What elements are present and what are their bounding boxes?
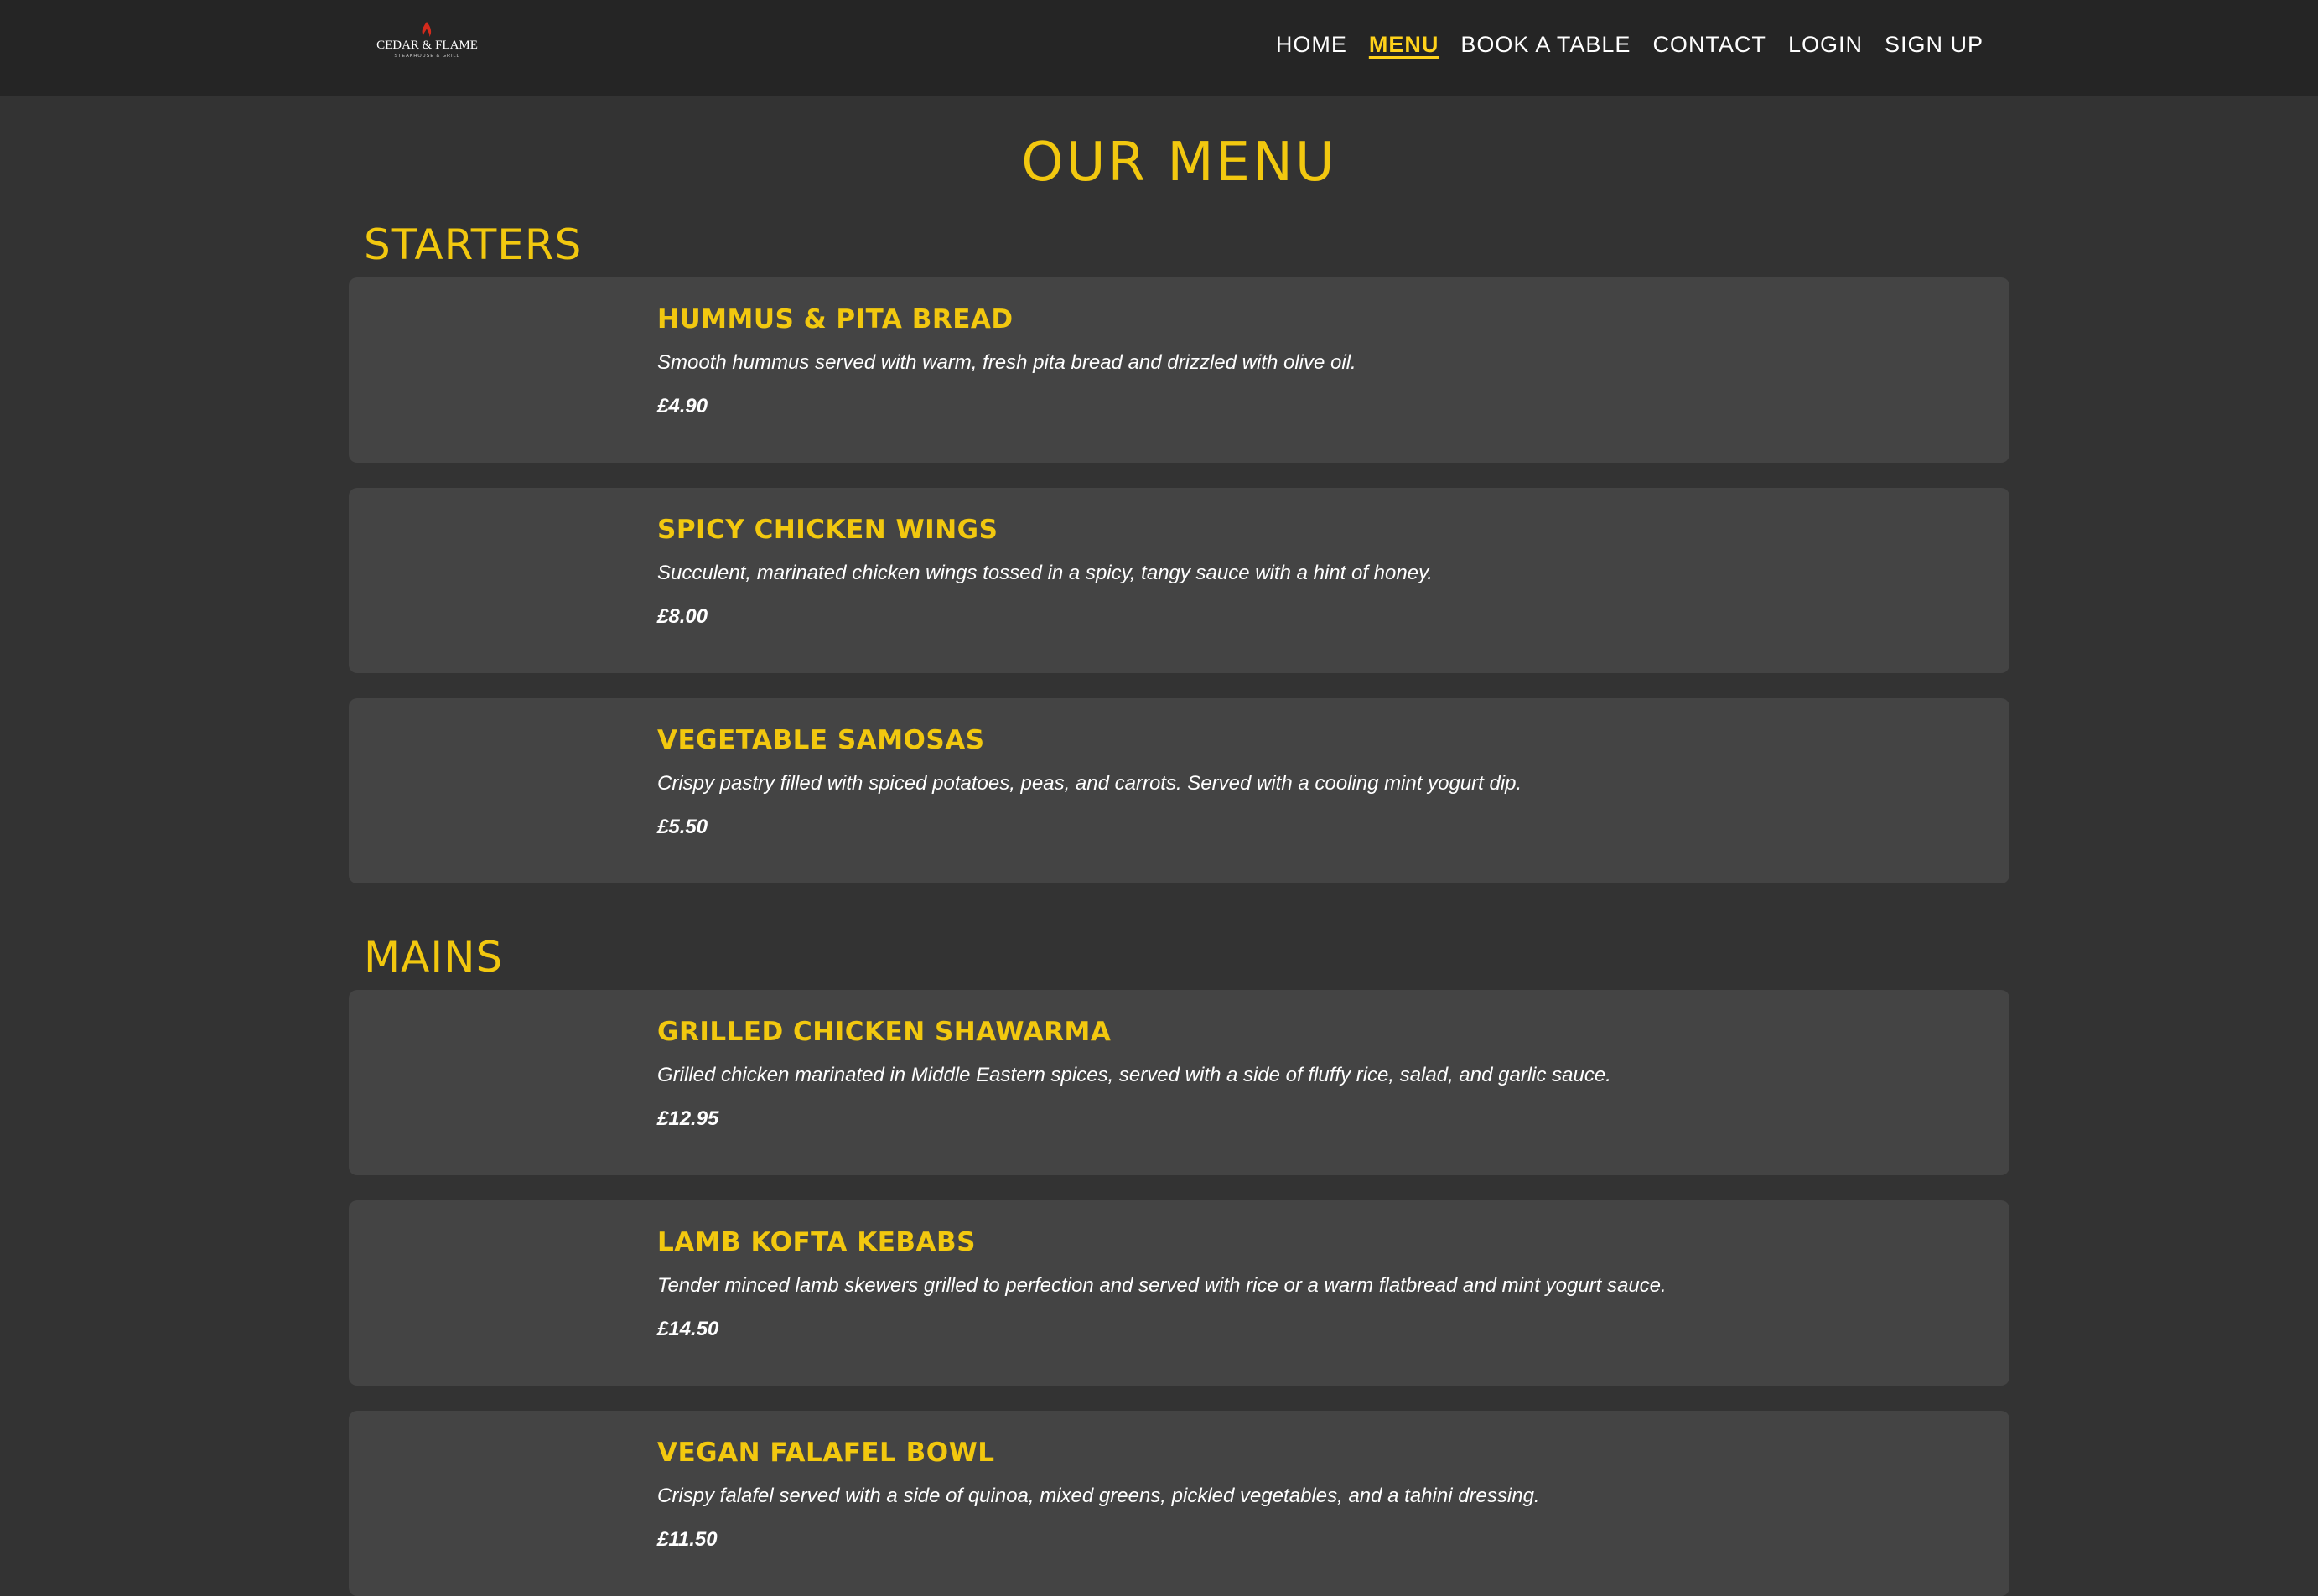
- section-title: STARTERS: [364, 220, 583, 269]
- menu-item-description: Tender minced lamb skewers grilled to pe…: [657, 1274, 1667, 1297]
- nav-menu[interactable]: MENU: [1369, 32, 1439, 58]
- menu-item-name: GRILLED CHICKEN SHAWARMA: [657, 1017, 1112, 1047]
- menu-item-description: Smooth hummus served with warm, fresh pi…: [657, 351, 1356, 374]
- menu-item-body: VEGETABLE SAMOSAS Crispy pastry filled w…: [657, 723, 1976, 841]
- menu-item-body: SPICY CHICKEN WINGS Succulent, marinated…: [657, 513, 1976, 630]
- menu-item-price: £12.95: [657, 1107, 719, 1130]
- menu-item-name: LAMB KOFTA KEBABS: [657, 1227, 976, 1257]
- menu-item-list: GRILLED CHICKEN SHAWARMA Grilled chicken…: [349, 990, 2009, 1596]
- menu-item-card: VEGETABLE SAMOSAS Crispy pastry filled w…: [349, 698, 2009, 884]
- menu-item-description: Crispy pastry filled with spiced potatoe…: [657, 772, 1522, 795]
- menu-item-card: GRILLED CHICKEN SHAWARMA Grilled chicken…: [349, 990, 2009, 1175]
- menu-item-name: SPICY CHICKEN WINGS: [657, 515, 998, 545]
- main-nav: HOME MENU BOOK A TABLE CONTACT LOGIN SIG…: [1276, 0, 1984, 89]
- menu-item-body: VEGAN FALAFEL BOWL Crispy falafel served…: [657, 1436, 1976, 1553]
- menu-item-price: £4.90: [657, 395, 708, 417]
- site-logo[interactable]: CEDAR & FLAME STEAKHOUSE & GRILL: [375, 20, 480, 64]
- section-title: MAINS: [364, 933, 504, 982]
- menu-item-body: HUMMUS & PITA BREAD Smooth hummus served…: [657, 303, 1976, 420]
- menu-item-description: Grilled chicken marinated in Middle East…: [657, 1064, 1611, 1086]
- logo-tagline: STEAKHOUSE & GRILL: [394, 54, 459, 59]
- menu-item-price: £14.50: [657, 1318, 719, 1340]
- menu-item-list: HUMMUS & PITA BREAD Smooth hummus served…: [349, 277, 2009, 884]
- nav-login[interactable]: LOGIN: [1788, 32, 1863, 58]
- logo-name: CEDAR & FLAME: [376, 39, 478, 52]
- menu-page: OUR MENU STARTERS HUMMUS & PITA BREAD Sm…: [349, 96, 2009, 1596]
- menu-item-name: VEGETABLE SAMOSAS: [657, 725, 985, 755]
- menu-item-description: Succulent, marinated chicken wings tosse…: [657, 562, 1433, 584]
- nav-contact[interactable]: CONTACT: [1652, 32, 1766, 58]
- section-starters: STARTERS HUMMUS & PITA BREAD Smooth humm…: [349, 215, 2009, 884]
- page-title: OUR MENU: [1021, 132, 1337, 194]
- nav-sign-up[interactable]: SIGN UP: [1885, 32, 1984, 58]
- menu-item-description: Crispy falafel served with a side of qui…: [657, 1485, 1540, 1507]
- menu-item-price: £8.00: [657, 605, 708, 628]
- nav-home[interactable]: HOME: [1276, 32, 1347, 58]
- menu-item-name: HUMMUS & PITA BREAD: [657, 304, 1014, 334]
- menu-item-name: VEGAN FALAFEL BOWL: [657, 1438, 995, 1468]
- menu-item-card: SPICY CHICKEN WINGS Succulent, marinated…: [349, 488, 2009, 673]
- menu-item-price: £5.50: [657, 816, 708, 838]
- menu-item-card: LAMB KOFTA KEBABS Tender minced lamb ske…: [349, 1200, 2009, 1386]
- menu-item-price: £11.50: [657, 1528, 718, 1551]
- flame-logo-icon: CEDAR & FLAME STEAKHOUSE & GRILL: [376, 22, 478, 59]
- menu-item-card: VEGAN FALAFEL BOWL Crispy falafel served…: [349, 1411, 2009, 1596]
- menu-item-card: HUMMUS & PITA BREAD Smooth hummus served…: [349, 277, 2009, 463]
- menu-item-body: LAMB KOFTA KEBABS Tender minced lamb ske…: [657, 1226, 1976, 1343]
- section-mains: MAINS GRILLED CHICKEN SHAWARMA Grilled c…: [349, 928, 2009, 1596]
- menu-item-body: GRILLED CHICKEN SHAWARMA Grilled chicken…: [657, 1015, 1976, 1132]
- nav-book-a-table[interactable]: BOOK A TABLE: [1460, 32, 1631, 58]
- site-header: CEDAR & FLAME STEAKHOUSE & GRILL HOME ME…: [0, 0, 2318, 96]
